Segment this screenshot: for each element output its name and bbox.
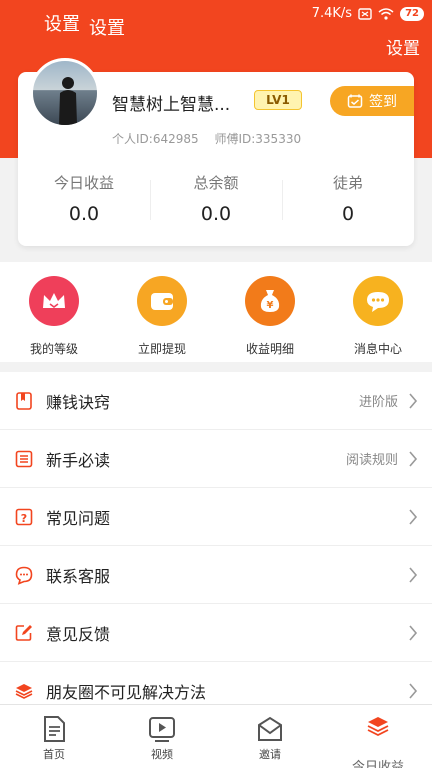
- stat-label: 总余额: [193, 174, 239, 192]
- status-bar: 设置 设置 7.4K/s 72: [0, 0, 432, 39]
- action-label: 我的等级: [29, 342, 78, 356]
- nav-label: 邀请: [259, 748, 281, 761]
- stat-value: 0.0: [200, 203, 232, 225]
- stat-apprentices[interactable]: 徒弟 0: [282, 168, 414, 238]
- nav-today-earnings[interactable]: 今日收益: [324, 705, 432, 768]
- menu-list: 赚钱诀窍 进阶版 新手必读 阅读规则 ? 常见问题 联系客服 意见反馈 朋友圈不…: [0, 372, 432, 720]
- chevron-right-icon: [409, 451, 418, 467]
- calendar-icon: [347, 94, 363, 108]
- sim-icon: [358, 7, 372, 20]
- action-label: 消息中心: [353, 342, 402, 356]
- money-bag-icon: ¥: [245, 276, 295, 326]
- chevron-right-icon: [409, 509, 418, 525]
- menu-extra: 进阶版: [358, 395, 398, 410]
- level-badge: LV1: [254, 90, 302, 110]
- mentor-id: 师傅ID:335330: [214, 132, 302, 146]
- network-speed: 7.4K/s: [311, 6, 353, 21]
- crown-icon: [29, 276, 79, 326]
- chat-icon: [15, 566, 33, 585]
- menu-extra: 阅读规则: [345, 453, 398, 468]
- avatar-figure-icon: [59, 77, 77, 125]
- question-icon: ?: [15, 508, 33, 526]
- nav-invite[interactable]: 邀请: [216, 705, 324, 768]
- action-message-center[interactable]: 消息中心: [324, 262, 432, 362]
- chevron-right-icon: [409, 567, 418, 583]
- menu-label: 新手必读: [46, 450, 111, 470]
- battery-indicator: 72: [400, 6, 424, 21]
- action-my-level[interactable]: 我的等级: [0, 262, 108, 362]
- menu-item-earning-tips[interactable]: 赚钱诀窍 进阶版: [0, 372, 432, 430]
- checkin-button[interactable]: 签到: [330, 86, 414, 116]
- settings-button[interactable]: 设置: [386, 34, 420, 59]
- username: 智慧树上智慧...: [112, 95, 231, 115]
- quick-actions: 我的等级 立即提现 ¥ 收益明细 消息中心: [0, 262, 432, 362]
- chevron-right-icon: [409, 683, 418, 699]
- id-row: 个人ID:642985 师傅ID:335330: [112, 130, 313, 147]
- nav-video[interactable]: 视频: [108, 705, 216, 768]
- action-label: 收益明细: [245, 342, 294, 356]
- status-title-a: 设置: [44, 14, 80, 35]
- menu-label: 意见反馈: [46, 624, 111, 644]
- book-icon: [16, 392, 32, 410]
- nav-label: 今日收益: [351, 760, 404, 768]
- menu-label: 朋友圈不可见解决方法: [46, 682, 207, 702]
- list-icon: [15, 450, 33, 468]
- stat-today-earnings[interactable]: 今日收益 0.0: [18, 168, 150, 238]
- stat-value: 0.0: [68, 203, 100, 225]
- nav-label: 视频: [151, 748, 173, 761]
- envelope-icon: [258, 716, 282, 741]
- nav-home[interactable]: 首页: [0, 705, 108, 768]
- status-title-b: 设置: [89, 18, 125, 39]
- stat-total-balance[interactable]: 总余额 0.0: [150, 168, 282, 238]
- menu-item-beginner-guide[interactable]: 新手必读 阅读规则: [0, 430, 432, 488]
- layers-icon: [367, 717, 389, 737]
- menu-item-customer-service[interactable]: 联系客服: [0, 546, 432, 604]
- checkin-label: 签到: [369, 94, 397, 110]
- chevron-right-icon: [409, 625, 418, 641]
- svg-text:¥: ¥: [267, 300, 274, 311]
- wifi-icon: [378, 7, 394, 20]
- page: 设置 设置 7.4K/s 72 设置 智慧树上智慧... LV1 签到 个人ID…: [0, 0, 432, 768]
- edit-icon: [15, 625, 32, 641]
- bottom-nav: 首页 视频 邀请 今日收益: [0, 704, 432, 768]
- profile-card: 智慧树上智慧... LV1 签到 个人ID:642985 师傅ID:335330…: [18, 58, 414, 246]
- menu-label: 联系客服: [46, 566, 111, 586]
- action-earnings-detail[interactable]: ¥ 收益明细: [216, 262, 324, 362]
- chevron-right-icon: [409, 393, 418, 409]
- action-label: 立即提现: [137, 342, 186, 356]
- menu-item-feedback[interactable]: 意见反馈: [0, 604, 432, 662]
- nav-label: 首页: [43, 748, 65, 761]
- stats-row: 今日收益 0.0 总余额 0.0 徒弟 0: [18, 168, 414, 238]
- svg-text:?: ?: [21, 512, 27, 525]
- stat-value: 0: [341, 203, 355, 225]
- chat-bubble-icon: [353, 276, 403, 326]
- menu-label: 赚钱诀窍: [46, 392, 111, 412]
- wallet-icon: [137, 276, 187, 326]
- status-right: 7.4K/s 72: [312, 6, 424, 21]
- stat-label: 今日收益: [53, 174, 114, 192]
- layers-icon: [15, 684, 33, 699]
- stat-label: 徒弟: [332, 174, 363, 192]
- menu-label: 常见问题: [46, 508, 111, 528]
- video-icon: [149, 717, 175, 742]
- menu-item-faq[interactable]: ? 常见问题: [0, 488, 432, 546]
- action-withdraw[interactable]: 立即提现: [108, 262, 216, 362]
- document-icon: [44, 716, 65, 742]
- avatar[interactable]: [30, 58, 100, 128]
- personal-id: 个人ID:642985: [112, 132, 199, 146]
